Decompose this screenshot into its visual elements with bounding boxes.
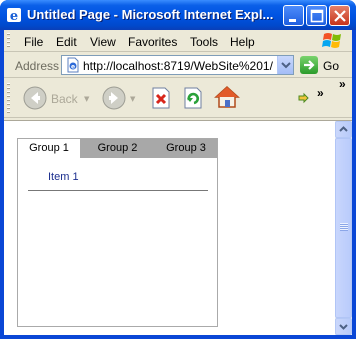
title-bar[interactable]: e Untitled Page - Microsoft Internet Exp… [0, 0, 356, 30]
vertical-scrollbar[interactable] [335, 121, 352, 335]
toolbar-overflow-icon[interactable]: » [317, 86, 324, 100]
chevron-up-icon [339, 126, 348, 132]
stop-icon[interactable] [150, 87, 172, 109]
menu-edit[interactable]: Edit [56, 35, 77, 49]
refresh-icon[interactable] [182, 87, 204, 109]
chevron-down-icon [281, 62, 291, 69]
menu-tools[interactable]: Tools [190, 35, 218, 49]
address-dropdown-button[interactable] [277, 56, 293, 74]
menu-file[interactable]: File [24, 35, 43, 49]
go-arrow-icon [304, 60, 315, 70]
thumb-grip [340, 223, 348, 231]
menu-view[interactable]: View [90, 35, 116, 49]
menu-favorites[interactable]: Favorites [128, 35, 177, 49]
back-dropdown-icon[interactable]: ▼ [84, 95, 89, 103]
minimize-button[interactable] [283, 5, 304, 26]
home-icon[interactable] [214, 85, 240, 109]
list-item[interactable]: Item 1 [48, 171, 79, 183]
scroll-down-button[interactable] [335, 318, 352, 335]
close-icon [334, 10, 346, 22]
browser-window: e Untitled Page - Microsoft Internet Exp… [0, 0, 356, 339]
chevron-down-icon [339, 324, 348, 330]
svg-text:e: e [10, 9, 18, 23]
menu-bar: File Edit View Favorites Tools Help [4, 30, 352, 52]
scroll-up-button[interactable] [335, 121, 352, 138]
back-icon[interactable] [23, 86, 47, 110]
tab-group-3[interactable]: Group 3 [155, 139, 217, 158]
forward-dropdown-icon[interactable]: ▼ [130, 95, 135, 103]
links-overflow-icon[interactable]: » [339, 77, 346, 91]
go-button[interactable] [300, 56, 318, 74]
tab-group-1[interactable]: Group 1 [18, 139, 80, 158]
page-icon: e [67, 57, 79, 73]
menu-help[interactable]: Help [230, 35, 255, 49]
tab-group-2[interactable]: Group 2 [82, 139, 153, 158]
close-button[interactable] [329, 5, 350, 26]
item-divider [28, 190, 208, 191]
client-area: File Edit View Favorites Tools Help Addr… [4, 30, 352, 335]
address-label: Address [15, 59, 60, 73]
go-label[interactable]: Go [323, 59, 339, 73]
scroll-thumb[interactable] [335, 138, 352, 318]
maximize-button[interactable] [306, 5, 327, 26]
tab-panel: Group 1 Group 2 Group 3 Item 1 [17, 138, 218, 327]
address-url: http://localhost:8719/WebSite%201/Def [83, 59, 273, 73]
forward-icon[interactable] [102, 86, 126, 110]
toolbar-grip[interactable] [7, 83, 10, 113]
tab-label: Group 2 [97, 142, 138, 154]
page-viewport: Group 1 Group 2 Group 3 Item 1 [4, 120, 352, 335]
window-title: Untitled Page - Microsoft Internet Expl.… [27, 7, 274, 22]
svg-text:e: e [71, 64, 75, 71]
standard-toolbar: Back ▼ ▼ » » [4, 77, 352, 118]
tab-label: Group 1 [29, 142, 69, 154]
menu-grip[interactable] [7, 33, 10, 49]
ie-icon[interactable]: e [6, 7, 22, 23]
back-label[interactable]: Back [51, 92, 78, 106]
tab-strip: Group 1 Group 2 Group 3 [18, 139, 217, 158]
minimize-icon [289, 19, 296, 22]
tab-label: Group 3 [166, 142, 206, 154]
windows-logo-icon [322, 33, 341, 48]
maximize-icon [310, 9, 324, 23]
address-input[interactable]: e http://localhost:8719/WebSite%201/Def [61, 55, 294, 75]
address-bar: Address e http://localhost:8719/WebSite%… [4, 52, 352, 78]
links-icon[interactable] [296, 91, 310, 105]
